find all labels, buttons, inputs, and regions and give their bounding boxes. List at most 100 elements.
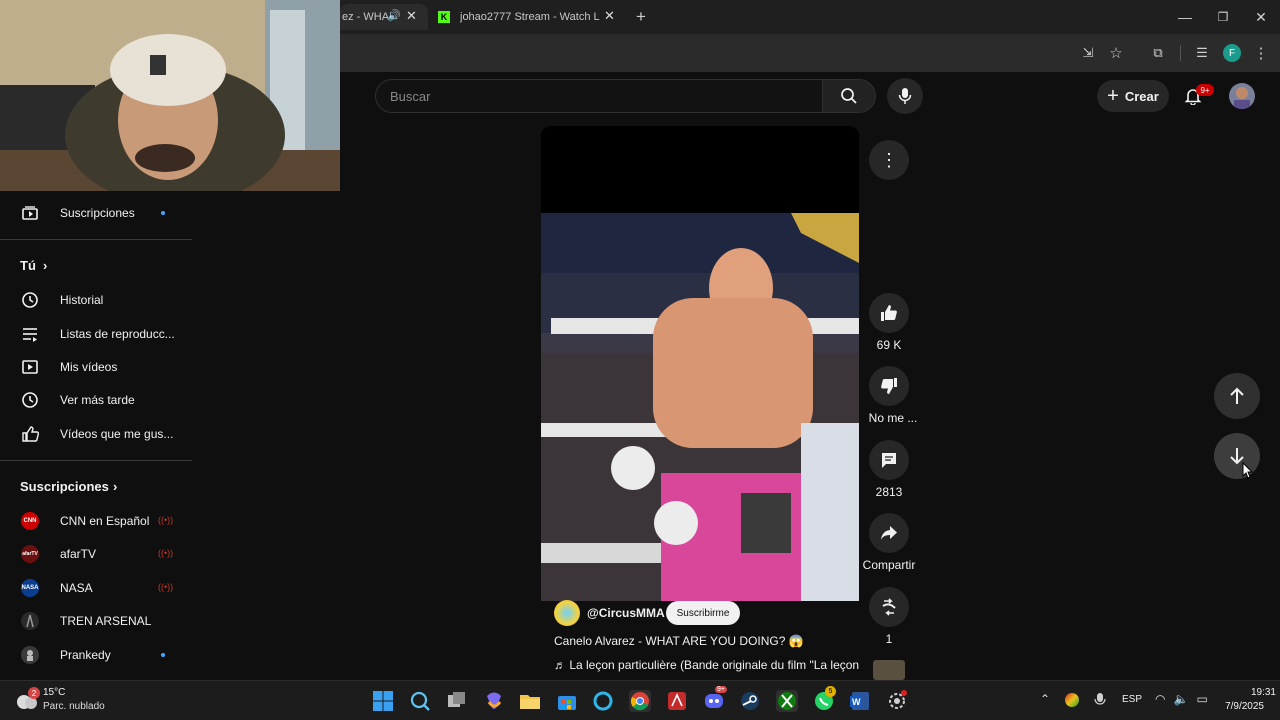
browser-menu-icon[interactable]: ⋮ [1252,44,1270,62]
task-view-icon[interactable] [446,690,468,712]
sidebar-channel-nasa[interactable]: NASA NASA ((•)) [0,571,192,604]
sidebar-item-label: Vídeos que me gus... [60,426,174,441]
close-icon[interactable]: ✕ [1252,8,1270,26]
tab-kick-stream[interactable]: K johao2777 Stream - Watch Live ✕ [434,4,624,30]
sidebar-item-history[interactable]: Historial [0,283,192,316]
tab-close-icon[interactable]: ✕ [406,8,417,24]
search-button[interactable] [822,79,876,113]
voice-search-button[interactable] [887,78,923,114]
file-explorer-icon[interactable] [519,690,541,712]
thumbs-up-icon [20,424,40,444]
tab-title: ez - WHA [342,11,390,23]
sidebar-item-my-videos[interactable]: Mis vídeos [0,350,192,383]
bookmark-star-icon[interactable]: ☆ [1106,44,1126,62]
start-button[interactable] [372,690,394,712]
whatsapp-icon[interactable]: 5 [813,686,836,712]
sidebar-item-label: Historial [60,292,104,307]
share-button[interactable] [869,513,909,553]
microphone-icon [898,88,912,104]
divider [0,460,192,461]
maximize-icon[interactable]: ❐ [1214,8,1232,26]
weather-widget[interactable]: 2 [14,687,40,713]
taskbar-search-icon[interactable] [409,690,431,712]
dislike-button[interactable] [869,366,909,406]
chrome-icon[interactable] [629,690,651,712]
you-section-heading[interactable]: Tú › [0,249,192,282]
svg-text:W: W [852,697,861,707]
sidebar-channel-afartv[interactable]: afarTV afarTV ((•)) [0,537,192,570]
like-button[interactable] [869,293,909,333]
channel-handle[interactable]: @CircusMMA [587,606,665,620]
steam-icon[interactable] [739,690,761,712]
xbox-icon[interactable] [776,690,798,712]
account-avatar[interactable] [1229,83,1255,109]
kick-logo-icon: K [438,11,450,23]
search-input[interactable]: Buscar [375,79,823,113]
remix-icon [882,598,896,616]
remix-button[interactable] [869,587,909,627]
tray-overflow-icon[interactable]: ⌃ [1040,692,1050,706]
more-options-button[interactable]: ⋮ [869,140,909,180]
extensions-icon[interactable]: ⧉ [1148,44,1168,62]
sidebar-item-subscriptions[interactable]: Suscripciones [0,196,192,229]
sidebar-channel-cnn[interactable]: CNN CNN en Español ((•)) [0,504,192,537]
music-thumbnail[interactable] [873,660,905,680]
tab-title: johao2777 Stream - Watch Live [460,11,600,23]
shorts-video-player[interactable] [541,126,859,601]
clock-date[interactable]: 7/9/2025 [1214,701,1264,712]
previous-short-button[interactable] [1214,373,1260,419]
new-tab-button[interactable]: + [632,7,650,26]
history-icon [20,290,40,310]
speaker-icon[interactable]: 🔊 [387,9,401,22]
word-icon[interactable]: W [849,690,871,712]
install-app-icon[interactable]: ⇲ [1078,44,1098,62]
comments-button[interactable] [869,440,909,480]
channel-name: TREN ARSENAL [60,613,152,628]
music-credit[interactable]: ♬ La leçon particulière (Bande originale… [554,658,860,672]
settings-app-icon[interactable] [886,690,908,712]
weather-temp: 15°C [43,687,66,698]
language-indicator[interactable]: ESP [1122,694,1142,705]
channel-avatar: CNN [21,511,39,530]
media-control-icon[interactable]: ☰ [1192,44,1212,62]
sidebar-item-label: Ver más tarde [60,392,135,407]
share-icon [881,526,897,540]
acrobat-icon[interactable] [666,690,688,712]
mouse-cursor-icon [1242,462,1254,479]
create-button[interactable]: + Crear [1097,80,1169,112]
subscriptions-section-heading[interactable]: Suscripciones › [0,470,192,503]
channel-avatar [21,645,39,664]
tab-close-icon[interactable]: ✕ [604,8,615,24]
tray-microphone-icon[interactable] [1094,692,1106,708]
webcam-overlay [0,0,340,191]
sidebar-item-watch-later[interactable]: Ver más tarde [0,383,192,416]
search-icon [841,88,857,104]
subscribe-button[interactable]: Suscribirme [666,601,740,625]
short-title: Canelo Alvarez - WHAT ARE YOU DOING? 😱 [554,634,804,648]
clock-time[interactable]: 19:31 [1226,687,1276,698]
microsoft-store-icon[interactable] [556,690,578,712]
live-broadcast-icon: ((•)) [158,548,174,558]
minimize-icon[interactable]: — [1176,8,1194,26]
windows-logo-icon [373,691,393,711]
discord-badge: 9+ [715,686,727,693]
channel-avatar[interactable] [554,600,580,626]
profile-avatar[interactable]: F [1223,44,1241,62]
toolbar-divider [1180,45,1181,61]
sidebar-item-liked-videos[interactable]: Vídeos que me gus... [0,417,192,450]
sidebar-item-playlists[interactable]: Listas de reproducc... [0,317,192,350]
tray-app-icon[interactable] [1065,693,1079,707]
channel-avatar: afarTV [21,544,39,563]
channel-name: afarTV [60,546,97,561]
sidebar-channel-tren-arsenal[interactable]: TREN ARSENAL [0,604,192,637]
cortana-icon[interactable] [592,690,614,712]
thumbs-up-icon [881,305,897,321]
webcam-person-image [0,0,340,191]
discord-icon[interactable]: 9+ [703,686,727,712]
share-label: Compartir [862,558,916,572]
copilot-icon[interactable] [483,690,505,712]
sidebar-channel-prankedy[interactable]: Prankedy [0,638,192,671]
new-content-dot [161,653,165,657]
more-vert-icon: ⋮ [880,149,898,170]
tab-active[interactable]: ez - WHA 🔊 ✕ [340,4,428,30]
